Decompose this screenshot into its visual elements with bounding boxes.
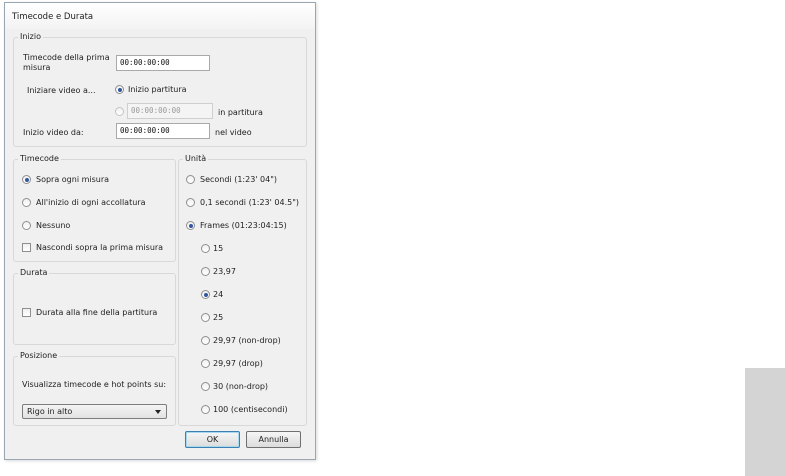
above-every-bar-label: Sopra ogni misura	[36, 175, 110, 184]
cancel-button[interactable]: Annulla	[246, 431, 301, 448]
start-video-label: Iniziare video a...	[27, 86, 96, 95]
radio-seconds[interactable]	[186, 175, 195, 184]
tenth-seconds-label: 0,1 secondi (1:23' 04.5")	[200, 198, 300, 207]
fps-29-97-drop-label: 29,97 (drop)	[213, 359, 263, 368]
first-bar-timecode-input[interactable]: 00:00:00:00	[116, 55, 210, 71]
durata-legend: Durata	[18, 268, 50, 277]
fps-100-label: 100 (centisecondi)	[213, 405, 288, 414]
first-bar-label: Timecode della prima misura	[23, 53, 110, 72]
radio-score-start[interactable]	[115, 85, 124, 94]
duration-end-label: Durata alla fine della partitura	[36, 308, 158, 317]
radio-fps-25[interactable]	[201, 313, 210, 322]
none-label: Nessuno	[36, 221, 71, 230]
hide-first-bar-checkbox[interactable]	[22, 243, 31, 252]
fps-30-non-drop-label: 30 (non-drop)	[213, 382, 269, 391]
fps-25-label: 25	[213, 313, 224, 322]
unita-legend: Unità	[183, 154, 209, 163]
fps-23-97-label: 23,97	[213, 267, 236, 276]
video-start-input[interactable]: 00:00:00:00	[116, 123, 210, 139]
radio-fps-29-97-non-drop[interactable]	[201, 336, 210, 345]
title-bar: Timecode e Durata	[5, 3, 315, 29]
score-start-label: Inizio partitura	[128, 85, 187, 94]
hide-first-bar-label: Nascondi sopra la prima misura	[36, 243, 164, 252]
time-in-score-suffix: in partitura	[218, 108, 263, 117]
inizio-legend: Inizio	[18, 32, 43, 41]
radio-fps-30-non-drop[interactable]	[201, 382, 210, 391]
window-title: Timecode e Durata	[12, 12, 94, 22]
posizione-legend: Posizione	[18, 351, 60, 360]
background-panel	[745, 368, 785, 476]
radio-frames[interactable]	[186, 221, 195, 230]
timecode-dialog: Timecode e Durata Inizio Timecode della …	[4, 2, 316, 460]
start-of-every-system-label: All'inizio di ogni accollatura	[36, 198, 146, 207]
timecode-legend: Timecode	[18, 154, 61, 163]
position-label: Visualizza timecode e hot points su:	[22, 380, 167, 389]
video-start-label: Inizio video da:	[23, 128, 84, 137]
radio-above-every-bar[interactable]	[22, 175, 31, 184]
fps-15-label: 15	[213, 244, 224, 253]
chevron-down-icon	[155, 410, 161, 414]
radio-tenth-seconds[interactable]	[186, 198, 195, 207]
position-dropdown[interactable]: Rigo in alto	[22, 404, 167, 419]
radio-fps-23-97[interactable]	[201, 267, 210, 276]
radio-fps-100[interactable]	[201, 405, 210, 414]
frames-label: Frames (01:23:04:15)	[200, 221, 287, 230]
radio-start-of-every-system[interactable]	[22, 198, 31, 207]
radio-fps-29-97-drop[interactable]	[201, 359, 210, 368]
ok-button[interactable]: OK	[185, 431, 240, 448]
fps-29-97-non-drop-label: 29,97 (non-drop)	[213, 336, 281, 345]
seconds-label: Secondi (1:23' 04")	[200, 175, 278, 184]
radio-fps-15[interactable]	[201, 244, 210, 253]
radio-time-in-score[interactable]	[115, 107, 124, 116]
radio-none[interactable]	[22, 221, 31, 230]
radio-fps-24[interactable]	[201, 290, 210, 299]
time-in-score-input[interactable]: 00:00:00:00	[127, 103, 213, 119]
fps-24-label: 24	[213, 290, 224, 299]
duration-end-checkbox[interactable]	[22, 308, 31, 317]
video-start-suffix: nel video	[215, 128, 252, 137]
position-dropdown-value: Rigo in alto	[27, 407, 73, 416]
